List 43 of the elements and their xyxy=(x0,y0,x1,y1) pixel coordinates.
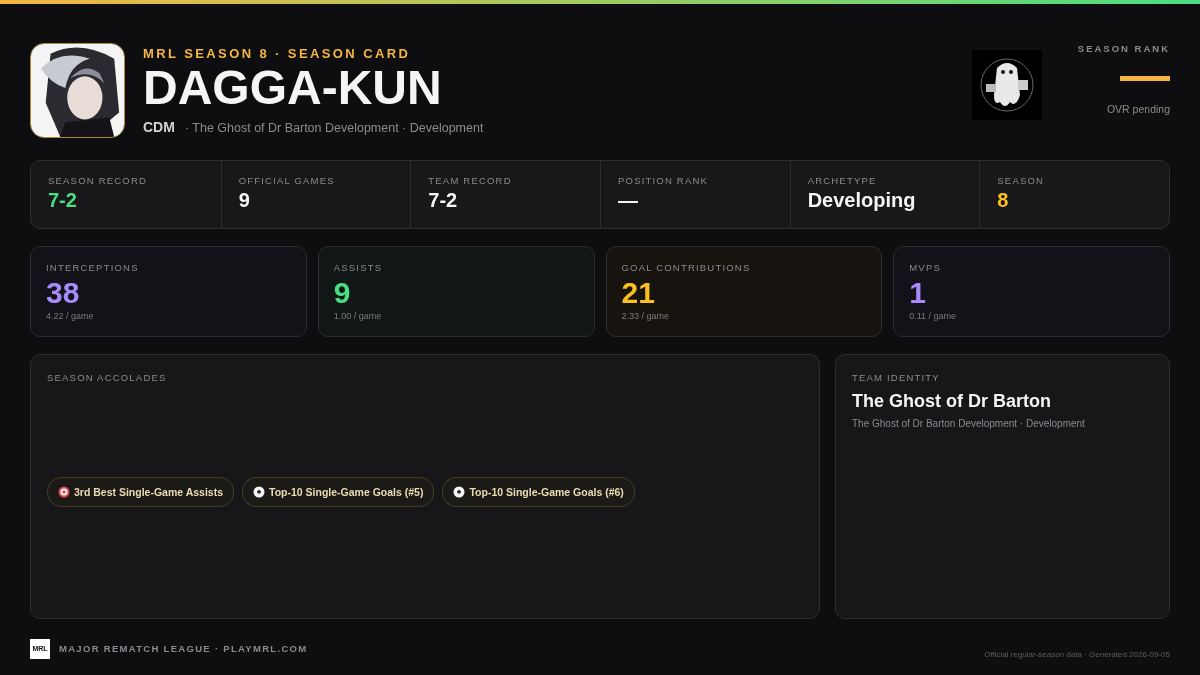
stat-label: SEASON RECORD xyxy=(48,175,148,186)
accolade-chip: Top-10 Single-Game Goals (#6) xyxy=(442,477,635,507)
target-icon xyxy=(58,486,70,498)
soccer-ball-icon xyxy=(253,486,265,498)
stat-value: Developing xyxy=(807,189,917,212)
stat-value: 38 xyxy=(46,277,81,309)
team-subtitle: The Ghost of Dr Barton Development · Development xyxy=(852,418,1086,429)
stat-label: SEASON xyxy=(997,175,1046,186)
ovr-note: OVR pending xyxy=(1106,103,1170,115)
stat-value: 9 xyxy=(333,277,352,309)
stat-value: 7-2 xyxy=(48,189,78,212)
per-game-rate: 0.11 / game xyxy=(909,311,958,321)
stat-value: 21 xyxy=(621,277,656,309)
stat-label: POSITION RANK xyxy=(618,175,710,186)
per-game-rate: 2.33 / game xyxy=(621,311,671,321)
stat-label: OFFICIAL GAMES xyxy=(238,175,336,186)
per-game-rate: 4.22 / game xyxy=(46,311,95,321)
accolade-chip: 3rd Best Single-Game Assists xyxy=(47,477,234,507)
stat-label: MVPS xyxy=(909,262,942,273)
player-name: DAGGA-KUN xyxy=(143,60,443,115)
league-name: MAJOR REMATCH LEAGUE · PLAYMRL.COM xyxy=(59,643,308,654)
team-name: The Ghost of Dr Barton xyxy=(852,391,1052,412)
stat-label: TEAM RECORD xyxy=(428,175,513,186)
position-label: CDM xyxy=(143,118,175,135)
per-game-rate: 1.00 / game xyxy=(333,311,383,321)
panel-title: SEASON ACCOLADES xyxy=(47,372,168,383)
season-rank-label: SEASON RANK xyxy=(1077,43,1170,54)
stat-value: 7-2 xyxy=(428,189,459,212)
panel-title: TEAM IDENTITY xyxy=(852,372,941,383)
stat-value: — xyxy=(618,189,639,212)
team-line: · The Ghost of Dr Barton Development · Development xyxy=(184,120,484,135)
stat-value: 9 xyxy=(238,189,251,212)
rank-placeholder-bar xyxy=(1120,76,1170,81)
generated-note: Official regular-season data · Generated 2026-09-05 xyxy=(984,650,1170,659)
stat-value: 8 xyxy=(997,189,1010,212)
accolade-chip: Top-10 Single-Game Goals (#5) xyxy=(242,477,435,507)
stat-label: GOAL CONTRIBUTIONS xyxy=(621,262,752,273)
soccer-ball-icon xyxy=(453,486,466,498)
stat-value: 1 xyxy=(909,277,927,309)
eyebrow-title: MRL SEASON 8 · SEASON CARD xyxy=(143,45,412,61)
stat-label: ARCHETYPE xyxy=(807,175,878,186)
stat-label: ASSISTS xyxy=(333,262,384,273)
stat-label: INTERCEPTIONS xyxy=(46,262,140,273)
